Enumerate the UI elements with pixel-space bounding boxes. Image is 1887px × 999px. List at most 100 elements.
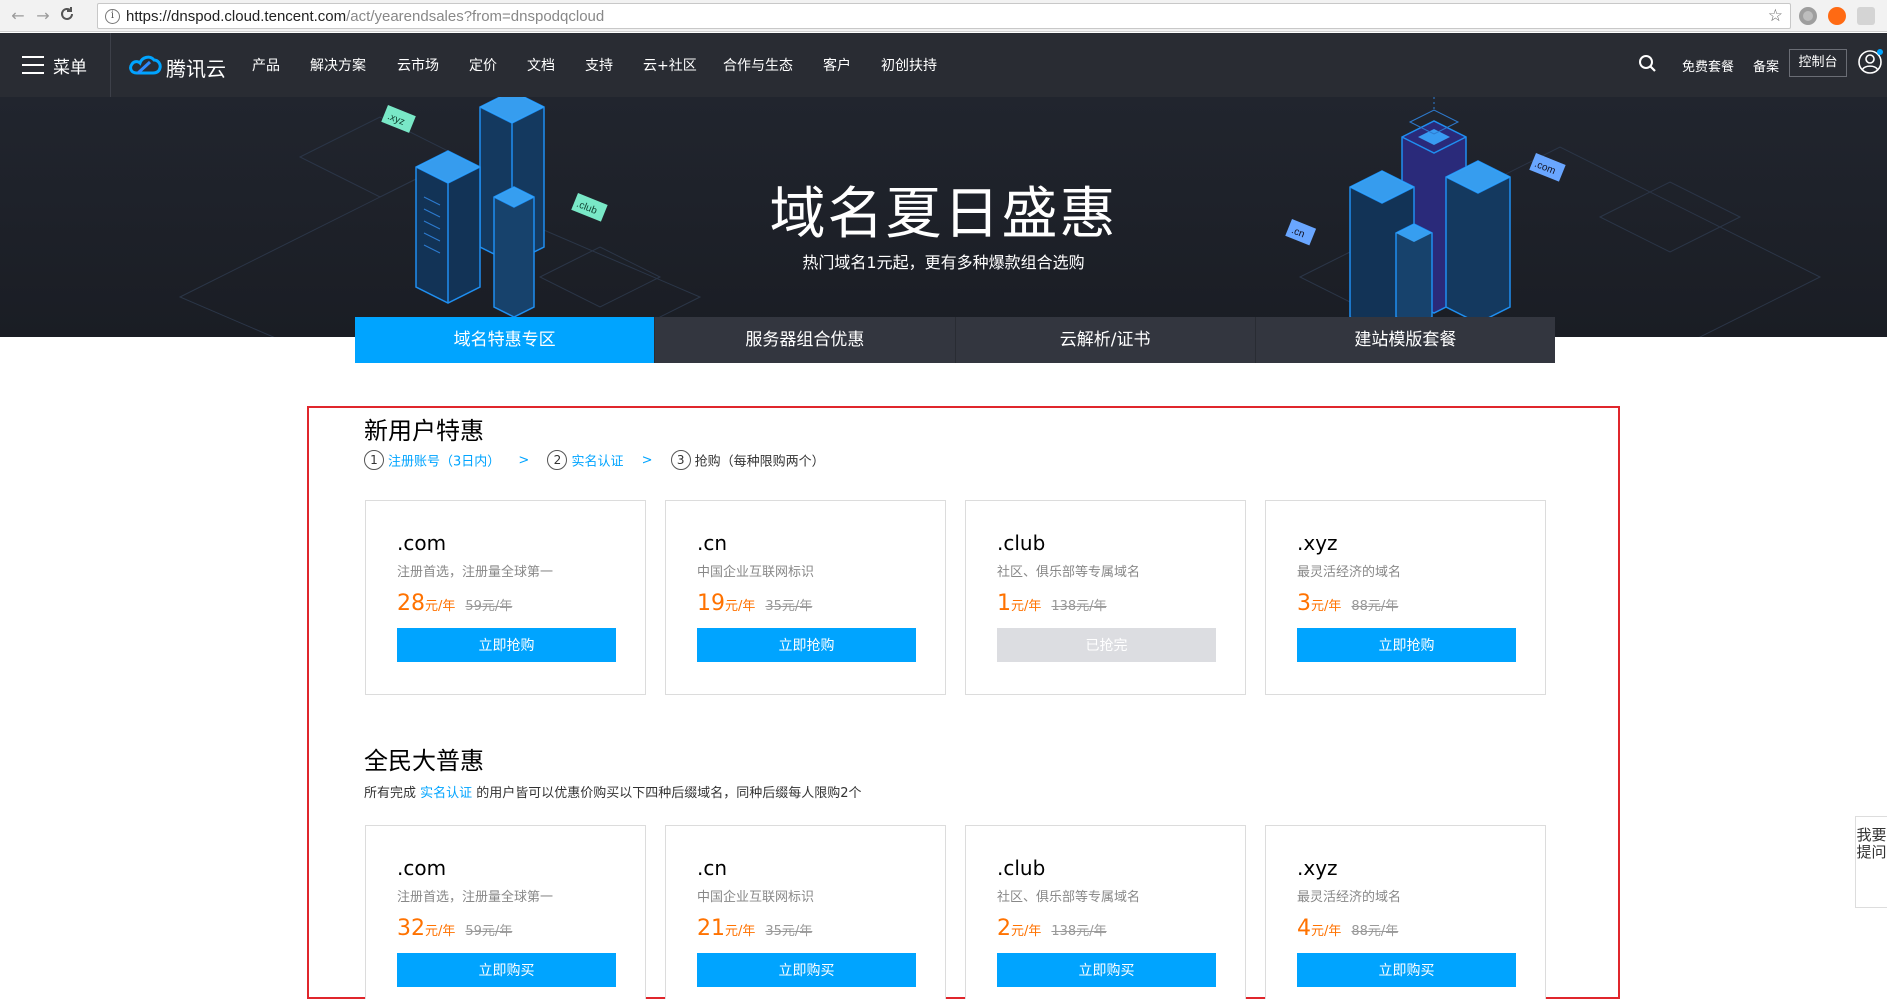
tab-domain-deals[interactable]: 域名特惠专区	[355, 317, 656, 363]
tab-server-bundles[interactable]: 服务器组合优惠	[655, 317, 956, 363]
console-button[interactable]: 控制台	[1789, 49, 1847, 77]
address-bar[interactable]: i https://dnspod.cloud.tencent.com/act/y…	[97, 3, 1791, 29]
domain-card-xyz: .xyz 最灵活经济的域名 3元/年 88元/年 立即抢购	[1265, 500, 1546, 695]
menu-button[interactable]: 菜单	[22, 53, 102, 78]
extension-z-icon[interactable]	[1857, 7, 1875, 25]
price-block: 28元/年 59元/年	[397, 591, 512, 616]
original-price: 138元/年	[1051, 924, 1107, 939]
desc-text-after: 的用户皆可以优惠价购买以下四种后缀域名，同种后缀每人限购2个	[472, 786, 862, 801]
domain-card-xyz: .xyz 最灵活经济的域名 4元/年 88元/年 立即购买	[1265, 825, 1546, 999]
price-value: 4	[1297, 916, 1311, 941]
purchase-steps: 1 注册账号（3日内） > 2 实名认证 > 3 抢购（每种限购两个）	[364, 450, 825, 472]
bookmark-star-icon[interactable]: ☆	[1768, 6, 1783, 26]
tab-site-templates[interactable]: 建站模版套餐	[1255, 317, 1555, 363]
price-block: 32元/年 59元/年	[397, 916, 512, 941]
real-name-verify-link[interactable]: 实名认证	[420, 786, 472, 801]
price-value: 3	[1297, 591, 1311, 616]
buy-now-button[interactable]: 立即抢购	[697, 628, 916, 662]
extension-circle-icon[interactable]	[1799, 7, 1817, 25]
domain-tagline: 社区、俱乐部等专属域名	[997, 890, 1141, 905]
hero-banner: .xyz .club .cn .com 域名夏日盛惠 热门域名1元起，更有多种爆…	[0, 97, 1887, 337]
domain-suffix: .cn	[697, 856, 728, 880]
back-arrow-icon[interactable]: ←	[8, 6, 28, 26]
step-buy-text: 抢购（每种限购两个）	[694, 454, 825, 470]
site-info-icon[interactable]: i	[105, 9, 120, 24]
domain-suffix: .cn	[697, 531, 728, 555]
domain-tagline: 社区、俱乐部等专属域名	[997, 565, 1141, 580]
free-package-link[interactable]: 免费套餐	[1682, 56, 1734, 75]
menu-label: 菜单	[53, 58, 87, 78]
forward-arrow-icon[interactable]: →	[33, 6, 53, 26]
search-icon[interactable]	[1638, 54, 1658, 74]
step-3-number: 3	[670, 450, 691, 470]
sold-out-button: 已抢完	[997, 628, 1216, 662]
domain-suffix: .xyz	[1297, 856, 1338, 880]
nav-support[interactable]: 支持	[585, 55, 613, 75]
buy-button[interactable]: 立即购买	[697, 953, 916, 987]
tab-dns-cert[interactable]: 云解析/证书	[955, 317, 1256, 363]
hamburger-icon	[22, 56, 44, 74]
nav-products[interactable]: 产品	[252, 55, 280, 75]
step-verify-link[interactable]: 实名认证	[571, 455, 623, 470]
browser-chrome: ← → i https://dnspod.cloud.tencent.com/a…	[0, 0, 1887, 32]
hero-title: 域名夏日盛惠	[769, 182, 1118, 247]
domain-suffix: .xyz	[1297, 531, 1338, 555]
step-register-link[interactable]: 注册账号（3日内）	[388, 455, 500, 470]
step-separator: >	[641, 452, 653, 468]
new-user-title: 新用户特惠	[364, 417, 484, 445]
price-unit: 元/年	[1311, 924, 1342, 939]
buy-now-button[interactable]: 立即抢购	[1297, 628, 1516, 662]
price-block: 1元/年 138元/年	[997, 591, 1107, 616]
domain-tagline: 最灵活经济的域名	[1297, 890, 1402, 905]
nav-docs[interactable]: 文档	[527, 55, 555, 75]
nav-solutions[interactable]: 解决方案	[310, 55, 366, 75]
nav-customers[interactable]: 客户	[823, 55, 851, 75]
buy-button[interactable]: 立即购买	[1297, 953, 1516, 987]
price-unit: 元/年	[1311, 599, 1342, 614]
buy-now-button[interactable]: 立即抢购	[397, 628, 616, 662]
step-separator: >	[518, 452, 530, 468]
cloud-logo-icon	[129, 55, 162, 75]
nav-partners[interactable]: 合作与生态	[723, 55, 793, 75]
domain-tagline: 最灵活经济的域名	[1297, 565, 1402, 580]
ask-question-button[interactable]: 我要提问	[1855, 816, 1887, 908]
original-price: 138元/年	[1051, 599, 1107, 614]
reload-icon[interactable]	[57, 6, 77, 26]
domain-card-cn: .cn 中国企业互联网标识 21元/年 35元/年 立即购买	[665, 825, 946, 999]
domain-card-com: .com 注册首选，注册量全球第一 32元/年 59元/年 立即购买	[365, 825, 646, 999]
domain-card-club: .club 社区、俱乐部等专属域名 2元/年 138元/年 立即购买	[965, 825, 1246, 999]
price-unit: 元/年	[425, 599, 456, 614]
original-price: 59元/年	[465, 924, 513, 939]
user-avatar-icon[interactable]	[1857, 49, 1883, 75]
domain-card-club: .club 社区、俱乐部等专属域名 1元/年 138元/年 已抢完	[965, 500, 1246, 695]
domain-card-com: .com 注册首选，注册量全球第一 28元/年 59元/年 立即抢购	[365, 500, 646, 695]
domain-card-cn: .cn 中国企业互联网标识 19元/年 35元/年 立即抢购	[665, 500, 946, 695]
nav-marketplace[interactable]: 云市场	[397, 55, 439, 75]
nav-community[interactable]: 云+社区	[643, 55, 697, 75]
original-price: 35元/年	[765, 599, 813, 614]
original-price: 59元/年	[465, 599, 513, 614]
extension-block-icon[interactable]	[1828, 7, 1846, 25]
domain-tagline: 注册首选，注册量全球第一	[397, 565, 554, 580]
price-value: 21	[697, 916, 725, 941]
original-price: 35元/年	[765, 924, 813, 939]
nav-startup[interactable]: 初创扶持	[881, 55, 937, 75]
original-price: 88元/年	[1351, 599, 1399, 614]
price-value: 19	[697, 591, 725, 616]
hero-subtitle: 热门域名1元起，更有多种爆款组合选购	[802, 253, 1085, 272]
header-divider	[110, 33, 111, 97]
desc-text-before: 所有完成	[364, 786, 421, 801]
site-header: 菜单 腾讯云 产品 解决方案 云市场 定价 文档 支持 云+社区 合作与生态 客…	[0, 33, 1887, 97]
promo-tabs: 域名特惠专区 服务器组合优惠 云解析/证书 建站模版套餐	[355, 317, 1555, 363]
price-value: 2	[997, 916, 1011, 941]
domain-suffix: .club	[997, 531, 1046, 555]
original-price: 88元/年	[1351, 924, 1399, 939]
price-unit: 元/年	[1011, 599, 1042, 614]
domain-tagline: 中国企业互联网标识	[697, 890, 815, 905]
price-unit: 元/年	[1011, 924, 1042, 939]
brand-name: 腾讯云	[166, 57, 226, 81]
buy-button[interactable]: 立即购买	[997, 953, 1216, 987]
buy-button[interactable]: 立即购买	[397, 953, 616, 987]
nav-pricing[interactable]: 定价	[469, 55, 497, 75]
beian-link[interactable]: 备案	[1753, 56, 1779, 75]
